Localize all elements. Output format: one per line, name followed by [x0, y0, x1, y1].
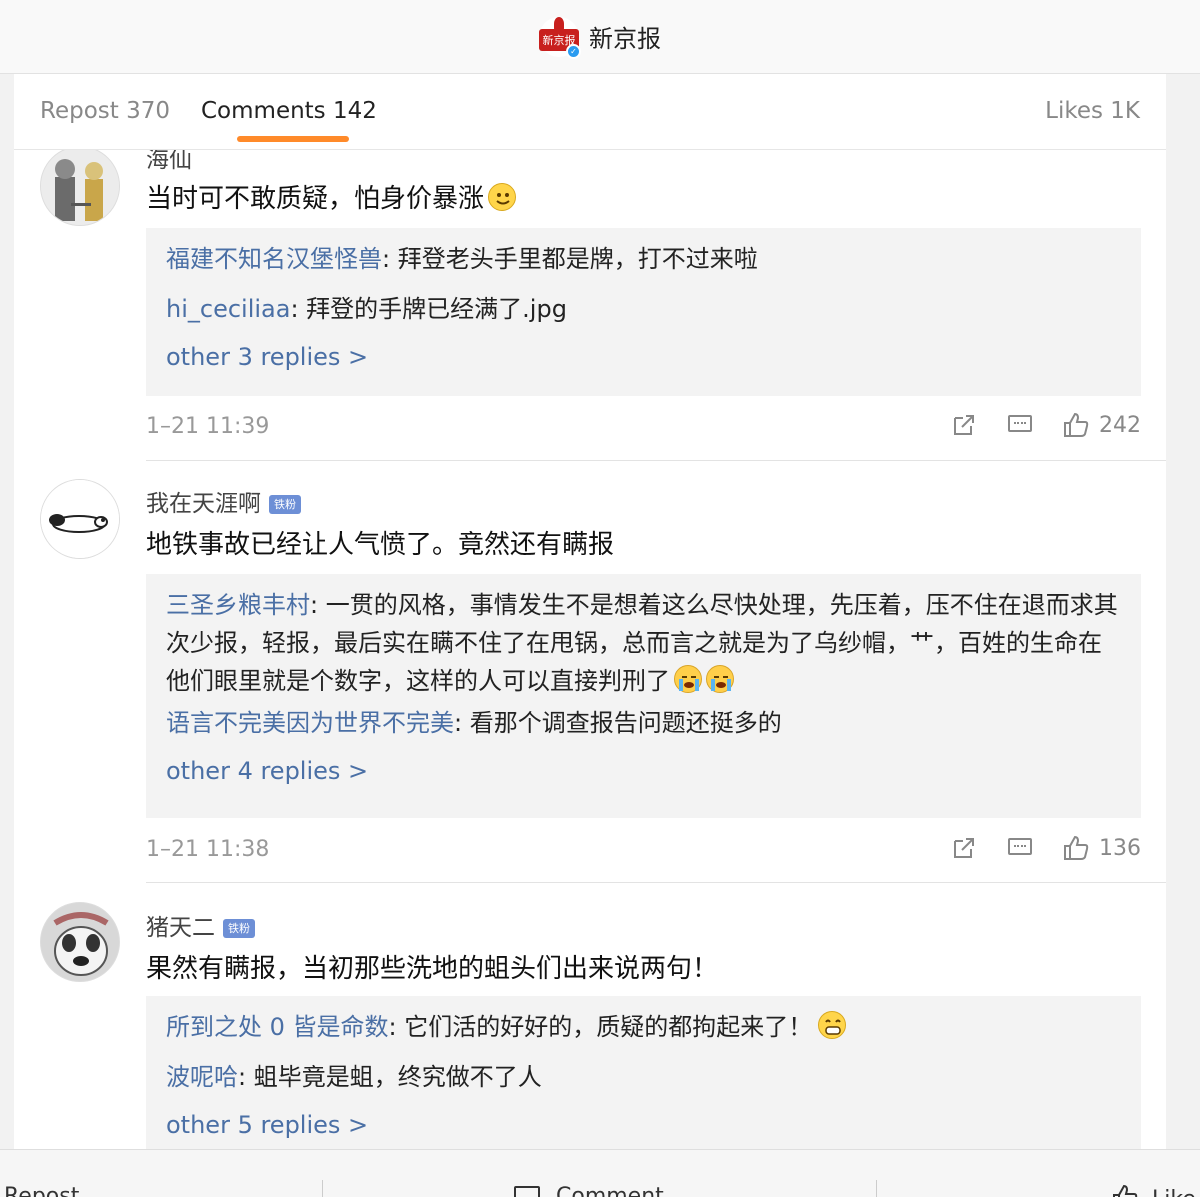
comment-text: 果然有瞒报，当初那些洗地的蛆头们出来说两句！: [146, 948, 718, 985]
avatar[interactable]: [40, 146, 120, 226]
fan-badge: 铁粉: [223, 919, 255, 938]
tab-comments[interactable]: Comments 142: [201, 98, 377, 124]
tab-likes[interactable]: Likes 1K: [1045, 98, 1140, 124]
thumbs-up-icon[interactable]: [1063, 835, 1089, 861]
reply-item: 所到之处 0 皆是命数: 它们活的好好的，质疑的都拘起来了！: [166, 1008, 1121, 1046]
page-title: 新京报: [589, 25, 661, 53]
divider: [876, 1180, 877, 1197]
thumbs-up-icon[interactable]: [1063, 412, 1089, 438]
comment-label: Comment: [556, 1184, 664, 1197]
reply-username[interactable]: 所到之处 0 皆是命数: [166, 1013, 389, 1041]
reply-box: 三圣乡粮丰村: 一贯的风格，事情发生不是想着这么尽快处理，先压着，压不住在退而求…: [146, 574, 1141, 818]
comment-body: 果然有瞒报，当初那些洗地的蛆头们出来说两句！: [146, 954, 719, 984]
username-text[interactable]: 猪天二: [146, 915, 215, 941]
like-count: 242: [1099, 412, 1141, 438]
brand-avatar[interactable]: 新京报 ✓: [539, 16, 581, 59]
tab-repost[interactable]: Repost 370: [40, 98, 170, 124]
comment-icon[interactable]: [1007, 835, 1033, 861]
more-replies-link[interactable]: other 4 replies >: [166, 754, 1121, 788]
comment-username[interactable]: 猪天二 铁粉: [146, 908, 255, 942]
fan-badge: 铁粉: [269, 495, 301, 514]
like-button[interactable]: Like: [1112, 1184, 1196, 1197]
comment-time: 1–21 11:38: [146, 837, 270, 862]
reply-box: 所到之处 0 皆是命数: 它们活的好好的，质疑的都拘起来了！ 波呢哈: 蛆毕竟是…: [146, 996, 1141, 1149]
comment-time: 1–21 11:39: [146, 414, 270, 439]
reply-username[interactable]: 语言不完美因为世界不完美: [166, 709, 454, 737]
reply-item: 波呢哈: 蛆毕竟是蛆，终究做不了人: [166, 1058, 1121, 1096]
reply-username[interactable]: hi_ceciliaa: [166, 295, 290, 323]
reply-username[interactable]: 福建不知名汉堡怪兽: [166, 245, 382, 273]
comment-icon: [514, 1186, 540, 1197]
repost-button[interactable]: Repost: [4, 1184, 79, 1197]
reply-item: 福建不知名汉堡怪兽: 拜登老头手里都是牌，打不过来啦: [166, 240, 1121, 278]
comment-meta: 1–21 11:39 242: [146, 412, 1141, 448]
comment-text: 当时可不敢质疑，怕身价暴涨: [146, 178, 517, 215]
tab-bar: Repost 370 Comments 142 Likes 1K: [14, 74, 1166, 150]
reply-item: 语言不完美因为世界不完美: 看那个调查报告问题还挺多的: [166, 704, 1121, 742]
username-text[interactable]: 我在天涯啊: [146, 491, 261, 517]
thumbs-up-icon: [1113, 1184, 1138, 1197]
active-tab-indicator: [237, 136, 349, 142]
reply-username[interactable]: 波呢哈: [166, 1063, 238, 1091]
comment-text: 地铁事故已经让人气愤了。竟然还有瞒报: [146, 524, 614, 561]
reply-text: : 它们活的好好的，质疑的都拘起来了！: [388, 1013, 813, 1041]
more-replies-link[interactable]: other 3 replies >: [166, 340, 1121, 374]
like-count: 136: [1099, 835, 1141, 861]
username-text[interactable]: 海仙: [146, 147, 192, 173]
repost-label: Repost: [4, 1184, 80, 1197]
divider: [146, 882, 1166, 883]
comment-username[interactable]: 我在天涯啊 铁粉: [146, 484, 301, 518]
comments-panel: 海仙 当时可不敢质疑，怕身价暴涨 福建不知名汉堡怪兽: 拜登老头手里都是牌，打不…: [14, 74, 1166, 1149]
reply-text: : 看那个调查报告问题还挺多的: [454, 709, 782, 737]
divider: [322, 1180, 323, 1197]
grin-emoji-icon: [818, 1011, 847, 1039]
like-label: Like: [1152, 1187, 1196, 1197]
comment-body: 当时可不敢质疑，怕身价暴涨: [146, 184, 485, 214]
comment-actions: 242: [921, 412, 1141, 438]
bottom-action-bar: Repost Comment Like: [0, 1149, 1200, 1197]
avatar[interactable]: [40, 902, 120, 982]
reply-item: 三圣乡粮丰村: 一贯的风格，事情发生不是想着这么尽快处理，先压着，压不住在退而求…: [166, 586, 1121, 700]
reply-text: : 蛆毕竟是蛆，终究做不了人: [238, 1063, 542, 1091]
comment-icon[interactable]: [1007, 412, 1033, 438]
divider: [146, 460, 1166, 461]
reply-text: : 拜登老头手里都是牌，打不过来啦: [382, 245, 758, 273]
comment-body: 地铁事故已经让人气愤了。竟然还有瞒报: [146, 530, 615, 560]
crying-emoji-icon: [674, 665, 702, 693]
reply-item: hi_ceciliaa: 拜登的手牌已经满了.jpg: [166, 290, 1121, 328]
comment-meta: 1–21 11:38 136: [146, 835, 1141, 871]
reply-text: : 拜登的手牌已经满了.jpg: [290, 295, 567, 323]
smile-emoji-icon: [488, 183, 517, 211]
reply-username[interactable]: 三圣乡粮丰村: [166, 591, 310, 619]
avatar[interactable]: [40, 479, 120, 559]
crying-emoji-icon: [706, 665, 734, 693]
more-replies-link[interactable]: other 5 replies >: [166, 1108, 1121, 1142]
reply-box: 福建不知名汉堡怪兽: 拜登老头手里都是牌，打不过来啦 hi_ceciliaa: …: [146, 228, 1141, 396]
comment-actions: 136: [921, 835, 1141, 861]
share-icon[interactable]: [951, 412, 977, 438]
comment-button[interactable]: Comment: [514, 1184, 664, 1197]
verified-icon: ✓: [566, 43, 581, 59]
share-icon[interactable]: [951, 835, 977, 861]
top-bar: 新京报 ✓ 新京报: [0, 0, 1200, 74]
